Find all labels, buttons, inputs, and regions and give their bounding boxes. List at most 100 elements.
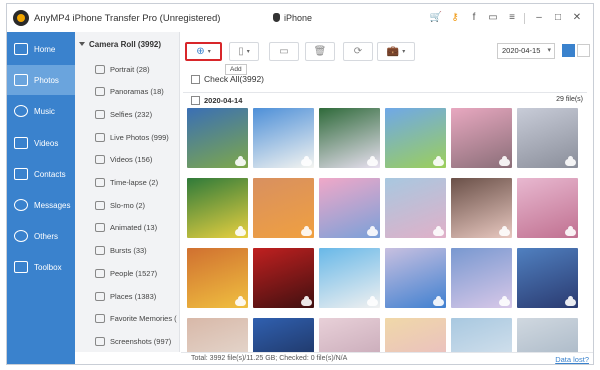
- photo-thumbnail[interactable]: [319, 248, 380, 308]
- export-to-device-button[interactable]: ▯ ▾: [229, 42, 259, 61]
- grid-view-button[interactable]: [562, 44, 575, 57]
- album-item[interactable]: Places (1383): [95, 285, 156, 307]
- cloud-icon: [565, 296, 576, 306]
- cloud-icon: [301, 156, 312, 166]
- cart-icon[interactable]: 🛒: [428, 11, 444, 25]
- photo-thumbnail[interactable]: [517, 178, 578, 238]
- cloud-icon: [565, 156, 576, 166]
- album-item[interactable]: Live Photos (999): [95, 126, 169, 148]
- photo-thumbnail[interactable]: [187, 318, 248, 352]
- photo-thumbnail[interactable]: [187, 178, 248, 238]
- album-icon: [95, 155, 105, 165]
- photo-thumbnail[interactable]: [319, 108, 380, 168]
- photo-thumbnail[interactable]: [319, 178, 380, 238]
- photo-thumbnail[interactable]: [187, 108, 248, 168]
- cloud-icon: [499, 296, 510, 306]
- add-button[interactable]: ⊕ ▾: [185, 42, 222, 61]
- photo-thumbnail[interactable]: [385, 178, 446, 238]
- cloud-icon: [499, 156, 510, 166]
- nav-item-label: Others: [34, 231, 59, 241]
- album-icon: [95, 314, 105, 324]
- chevron-down-icon: ▾: [402, 49, 406, 55]
- album-icon: [95, 132, 105, 142]
- album-item-label: People (1527): [110, 268, 158, 278]
- date-group-checkbox[interactable]: [191, 96, 200, 105]
- photo-thumbnail[interactable]: [385, 318, 446, 352]
- photo-thumbnail[interactable]: [451, 108, 512, 168]
- delete-button[interactable]: 🗑: [305, 42, 335, 61]
- nav-item-videos[interactable]: Videos: [7, 128, 75, 158]
- photo-icon: [14, 74, 28, 86]
- album-item[interactable]: Videos (156): [95, 149, 152, 171]
- maximize-icon[interactable]: □: [550, 11, 566, 25]
- minimize-icon[interactable]: –: [531, 11, 547, 25]
- album-icon: [95, 246, 105, 256]
- toolbox-dropdown-button[interactable]: 💼 ▾: [377, 42, 415, 61]
- photo-thumbnail[interactable]: [385, 108, 446, 168]
- album-item[interactable]: Portrait (28): [95, 58, 150, 80]
- photo-thumbnail[interactable]: [253, 178, 314, 238]
- check-all[interactable]: Check All(3992): [191, 74, 264, 84]
- facebook-icon[interactable]: f: [466, 11, 482, 25]
- photo-thumbnail[interactable]: [385, 248, 446, 308]
- album-header-label: Camera Roll (3992): [89, 40, 162, 49]
- album-panel: Camera Roll (3992) Portrait (28) Panorama…: [75, 32, 180, 352]
- album-item[interactable]: Selfies (232): [95, 103, 152, 125]
- list-view-button[interactable]: [577, 44, 590, 57]
- nav-item-music[interactable]: Music: [7, 96, 75, 126]
- photo-thumbnail[interactable]: [253, 108, 314, 168]
- photo-thumbnail[interactable]: [187, 248, 248, 308]
- chat-icon[interactable]: ▭: [485, 11, 501, 25]
- album-item[interactable]: Animated (13): [95, 217, 157, 239]
- nav-item-label: Contacts: [34, 169, 66, 179]
- data-lost-link[interactable]: Data lost?: [555, 355, 589, 364]
- photo-thumbnail[interactable]: [451, 178, 512, 238]
- album-item[interactable]: Slo-mo (2): [95, 194, 145, 216]
- album-item[interactable]: People (1527): [95, 262, 157, 284]
- menu-icon[interactable]: ≡: [504, 11, 520, 25]
- chevron-down-icon: ▾: [246, 49, 250, 55]
- main-nav: Home Photos Music Videos Contacts Messag…: [7, 32, 75, 364]
- cloud-icon: [367, 226, 378, 236]
- album-item-label: Videos (156): [110, 155, 153, 165]
- photo-thumbnail[interactable]: [319, 318, 380, 352]
- album-icon: [95, 87, 105, 97]
- album-item[interactable]: Favorite Memories (: [95, 308, 177, 330]
- refresh-button[interactable]: ⟳: [343, 42, 373, 61]
- album-item[interactable]: Bursts (33): [95, 240, 147, 262]
- date-group-date: 2020-04-14: [204, 96, 243, 105]
- key-icon[interactable]: ⚷: [447, 11, 463, 25]
- cloud-icon: [301, 296, 312, 306]
- album-header[interactable]: Camera Roll (3992): [79, 40, 161, 49]
- nav-item-messages[interactable]: Messages: [7, 190, 75, 220]
- album-icon: [95, 200, 105, 210]
- nav-item-label: Messages: [34, 200, 71, 210]
- device-selector[interactable]: iPhone: [273, 13, 312, 23]
- nav-item-home[interactable]: Home: [7, 34, 75, 64]
- photo-thumbnail[interactable]: [517, 248, 578, 308]
- title-bar: AnyMP4 iPhone Transfer Pro (Unregistered…: [7, 4, 593, 32]
- home-icon: [14, 43, 28, 55]
- photo-thumbnail[interactable]: [451, 318, 512, 352]
- export-to-pc-button[interactable]: ▭: [269, 42, 299, 61]
- close-icon[interactable]: ✕: [569, 11, 585, 25]
- device-name: iPhone: [284, 13, 313, 23]
- cloud-icon: [565, 226, 576, 236]
- nav-item-photos[interactable]: Photos: [7, 65, 75, 95]
- nav-item-toolbox[interactable]: Toolbox: [7, 252, 75, 282]
- photo-thumbnail[interactable]: [517, 108, 578, 168]
- date-filter-select[interactable]: 2020-04-15: [497, 43, 555, 59]
- nav-item-label: Videos: [34, 138, 59, 148]
- nav-item-others[interactable]: Others: [7, 221, 75, 251]
- photo-thumbnail[interactable]: [451, 248, 512, 308]
- album-item-label: Selfies (232): [110, 109, 153, 119]
- photo-thumbnail[interactable]: [517, 318, 578, 352]
- album-item[interactable]: Panoramas (18): [95, 81, 164, 103]
- photo-thumbnail[interactable]: [253, 318, 314, 352]
- nav-item-contacts[interactable]: Contacts: [7, 159, 75, 189]
- album-item[interactable]: Screenshots (997): [95, 330, 171, 352]
- photo-thumbnail[interactable]: [253, 248, 314, 308]
- date-group-header: 2020-04-14 29 file(s): [183, 92, 587, 106]
- album-item[interactable]: Time-lapse (2): [95, 172, 158, 194]
- check-all-checkbox[interactable]: [191, 74, 200, 84]
